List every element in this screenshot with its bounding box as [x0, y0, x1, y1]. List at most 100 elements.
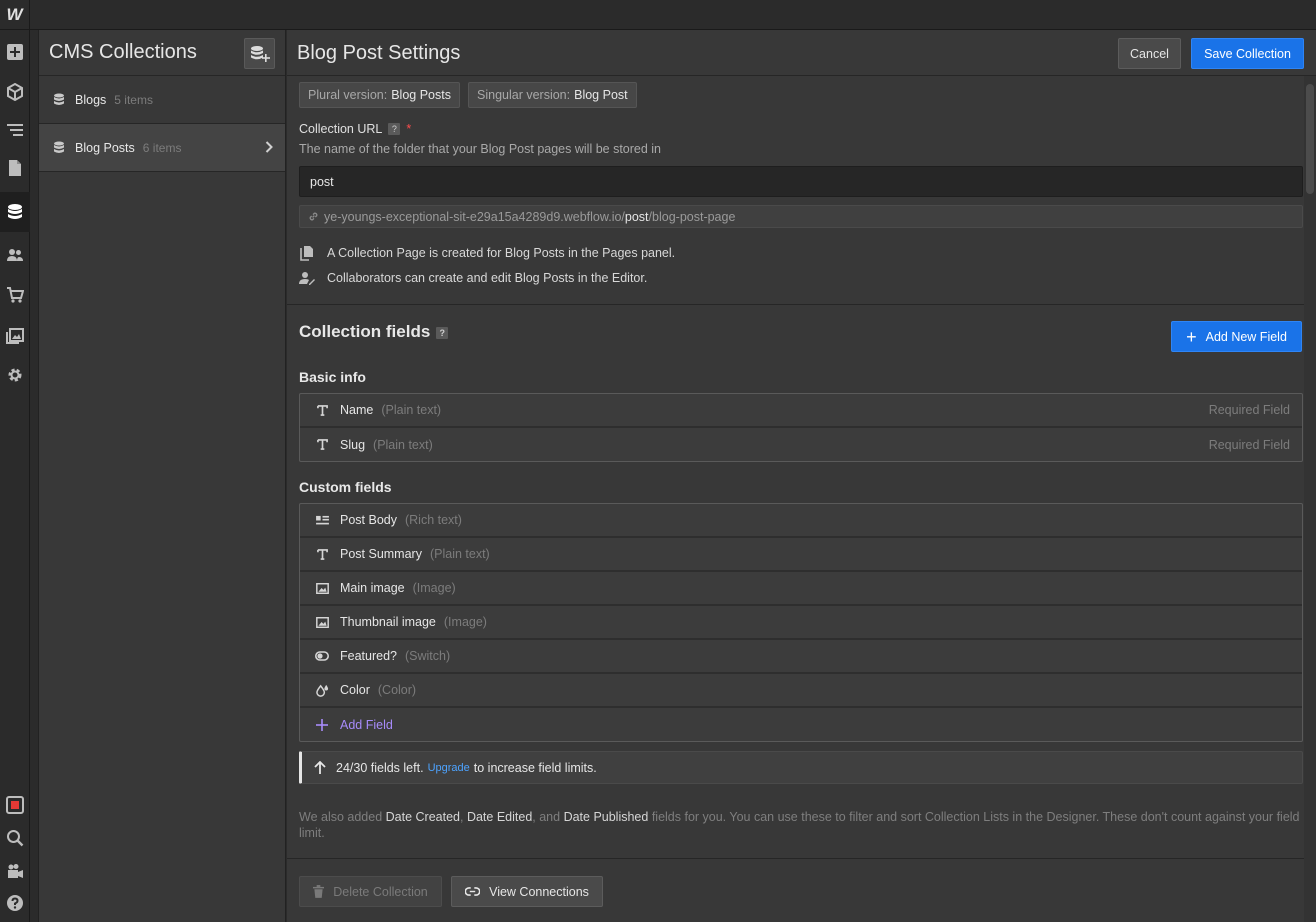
field-type: (Image) [412, 581, 456, 595]
ecommerce-cart-icon[interactable] [0, 275, 30, 315]
collection-name: Blogs [75, 92, 107, 107]
note-text: , and [532, 810, 564, 824]
top-bar: W [0, 0, 1316, 30]
add-panel-icon[interactable] [0, 32, 30, 72]
field-row-main-image[interactable]: Main image (Image) [300, 572, 1302, 606]
plural-value: Blog Posts [391, 88, 451, 102]
info-collaborators: Collaborators can create and edit Blog P… [299, 268, 647, 288]
collection-url-input[interactable]: post [299, 166, 1303, 197]
add-new-field-button[interactable]: + Add New Field [1171, 321, 1302, 352]
help-badge[interactable]: ? [436, 327, 449, 339]
field-row-thumbnail-image[interactable]: Thumbnail image (Image) [300, 606, 1302, 640]
text-icon [315, 547, 329, 561]
symbols-cube-icon[interactable] [0, 72, 30, 112]
footer-divider [287, 858, 1304, 859]
view-connections-button[interactable]: View Connections [451, 876, 603, 907]
add-field-row[interactable]: Add Field [300, 708, 1302, 741]
field-name: Color [340, 683, 370, 697]
cms-database-icon[interactable] [0, 192, 30, 232]
url-preview: ye-youngs-exceptional-sit-e29a15a4289d9.… [299, 205, 1303, 228]
settings-gear-icon[interactable] [0, 355, 30, 395]
note-text: We also added [299, 810, 386, 824]
scrollbar-thumb[interactable] [1306, 84, 1314, 194]
field-row-color[interactable]: Color (Color) [300, 674, 1302, 708]
url-preview-domain: ye-youngs-exceptional-sit-e29a15a4289d9.… [324, 209, 625, 224]
custom-fields-title: Custom fields [299, 479, 392, 495]
settings-scrollbar[interactable] [1304, 76, 1316, 922]
note-date-published: Date Published [563, 810, 649, 824]
database-icon [53, 141, 65, 155]
field-name: Post Body [340, 513, 397, 527]
add-new-field-label: Add New Field [1205, 329, 1287, 344]
pages-copy-icon [299, 245, 315, 261]
field-row-post-summary[interactable]: Post Summary (Plain text) [300, 538, 1302, 572]
field-row-name[interactable]: Name (Plain text) Required Field [300, 394, 1302, 428]
plus-icon [315, 718, 329, 732]
note-date-created: Date Created [385, 810, 460, 824]
note-text: , [460, 810, 467, 824]
link-icon [465, 887, 481, 896]
collection-fields-title: Collection fields? [299, 322, 449, 342]
field-row-post-body[interactable]: Post Body (Rich text) [300, 504, 1302, 538]
required-field-label: Required Field [1208, 403, 1290, 417]
link-icon [309, 212, 318, 221]
left-toolbar [0, 30, 30, 922]
text-icon [315, 403, 329, 417]
plus-icon: + [1186, 326, 1197, 347]
field-name: Slug [340, 437, 366, 452]
pages-icon[interactable] [0, 148, 30, 188]
collaborator-edit-icon [299, 270, 315, 286]
auto-fields-note: We also added Date Created, Date Edited,… [299, 809, 1303, 841]
collection-item-blogs[interactable]: Blogs 5 items [39, 76, 285, 124]
collection-name: Blog Posts [75, 140, 135, 155]
users-icon[interactable] [0, 235, 30, 275]
field-type: (Rich text) [404, 513, 462, 527]
assets-icon[interactable] [0, 315, 30, 355]
arrow-up-icon [314, 760, 326, 775]
field-type: (Plain text) [373, 437, 433, 452]
collection-url-label-text: Collection URL [299, 122, 383, 136]
field-name: Name [340, 403, 374, 417]
cancel-button[interactable]: Cancel [1118, 38, 1181, 69]
field-name: Thumbnail image [340, 615, 436, 629]
basic-fields-list: Name (Plain text) Required Field Slug (P… [299, 393, 1303, 462]
field-type: (Plain text) [381, 403, 442, 417]
field-type: (Image) [443, 615, 487, 629]
switch-icon [315, 649, 329, 663]
note-date-edited: Date Edited [466, 810, 533, 824]
collection-item-blog-posts[interactable]: Blog Posts 6 items [39, 124, 285, 172]
color-drop-icon [315, 683, 329, 697]
url-preview-folder: post [624, 209, 649, 224]
collection-url-hint: The name of the folder that your Blog Po… [299, 142, 662, 156]
navigator-icon[interactable] [0, 110, 30, 150]
collection-settings-panel: Blog Post Settings Cancel Save Collectio… [287, 30, 1316, 922]
collection-url-label: Collection URL? * [299, 122, 411, 136]
collection-count: 6 items [142, 140, 182, 155]
cms-collections-panel: CMS Collections Blogs 5 items Blog Posts… [38, 30, 286, 922]
singular-label: Singular version: [477, 88, 571, 102]
plural-version-chip[interactable]: Plural version: Blog Posts [299, 82, 460, 108]
singular-version-chip[interactable]: Singular version: Blog Post [468, 82, 637, 108]
upgrade-link[interactable]: Upgrade [428, 762, 470, 774]
webflow-logo[interactable]: W [0, 0, 30, 30]
field-name: Main image [340, 581, 405, 595]
new-collection-button[interactable] [244, 38, 275, 69]
help-badge[interactable]: ? [388, 123, 401, 135]
help-icon[interactable] [0, 883, 30, 922]
required-field-label: Required Field [1208, 437, 1290, 452]
field-row-slug[interactable]: Slug (Plain text) Required Field [300, 428, 1302, 461]
save-collection-button[interactable]: Save Collection [1191, 38, 1304, 69]
delete-collection-button[interactable]: Delete Collection [299, 876, 442, 907]
collection-count: 5 items [114, 92, 153, 107]
field-limit-bar: 24/30 fields left. Upgrade to increase f… [299, 751, 1303, 784]
collection-fields-title-text: Collection fields [299, 322, 431, 341]
field-name: Featured? [340, 649, 397, 663]
chevron-right-icon [265, 141, 273, 156]
field-row-featured[interactable]: Featured? (Switch) [300, 640, 1302, 674]
add-database-icon [250, 45, 270, 62]
info-pages-text: A Collection Page is created for Blog Po… [327, 246, 676, 260]
text-icon [315, 438, 329, 452]
image-icon [315, 581, 329, 595]
info-collection-page: A Collection Page is created for Blog Po… [299, 243, 675, 263]
image-icon [315, 615, 329, 629]
